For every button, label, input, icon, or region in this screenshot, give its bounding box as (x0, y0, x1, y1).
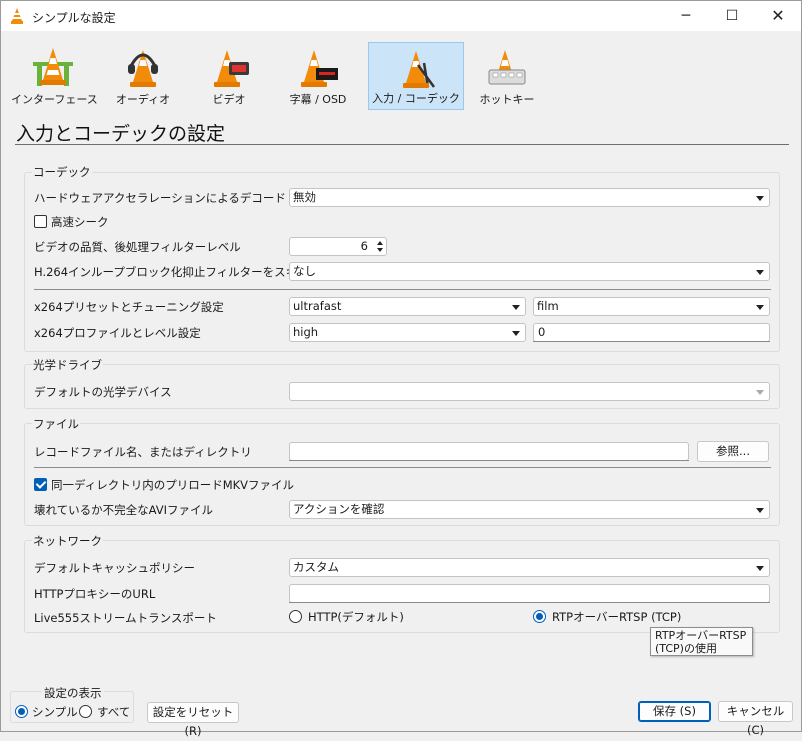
show-simple-label: シンプル (32, 705, 78, 719)
cache-policy-select[interactable]: カスタム (289, 558, 770, 577)
chevron-down-icon (512, 305, 520, 310)
browse-button[interactable]: 参照... (697, 441, 769, 462)
chevron-down-icon (512, 331, 520, 336)
chevron-down-icon (756, 305, 764, 310)
title-divider (15, 144, 789, 145)
x264-profile-select[interactable]: high (289, 323, 526, 342)
cache-policy-label: デフォルトキャッシュポリシー (34, 561, 195, 575)
x264-tune-select[interactable]: film (533, 297, 770, 316)
input-codec-cone-icon (403, 51, 436, 88)
record-path-input[interactable] (289, 442, 689, 461)
category-label: ホットキー (479, 93, 535, 106)
chevron-down-icon (756, 390, 764, 395)
rtsp-tooltip: RTPオーバーRTSP (TCP)の使用 (650, 627, 753, 656)
preload-mkv-label: 同一ディレクトリ内のプリロードMKVファイル (51, 478, 295, 492)
preload-mkv-checkbox[interactable] (34, 478, 47, 491)
maximize-button[interactable]: ☐ (709, 1, 755, 31)
category-label: オーディオ (115, 93, 171, 106)
save-button[interactable]: 保存 (S) (638, 701, 711, 722)
chevron-down-icon (756, 508, 764, 513)
chevron-down-icon (756, 270, 764, 275)
window-title: シンプルな設定 (32, 11, 116, 25)
vlc-cone-icon (11, 8, 23, 24)
codecs-group-label: コーデック (32, 164, 92, 180)
video-cone-icon (214, 50, 249, 87)
optical-device-select[interactable] (289, 382, 770, 401)
category-audio[interactable]: オーディオ (105, 42, 181, 110)
pp-level-value: 6 (360, 239, 368, 253)
live555-http-radio[interactable] (289, 610, 302, 623)
show-all-radio[interactable] (79, 705, 92, 718)
reset-settings-button[interactable]: 設定をリセット (R) (147, 702, 239, 738)
category-interface[interactable]: インターフェース (11, 42, 98, 110)
live555-rtsp-label: RTPオーバーRTSP (TCP) (552, 610, 682, 624)
tooltip-line: (TCP)の使用 (655, 642, 717, 655)
pp-level-spinbox[interactable]: 6 (289, 237, 387, 256)
x264-preset-value: ultrafast (293, 299, 342, 313)
broken-avi-label: 壊れているか不完全なAVIファイル (34, 503, 214, 517)
cache-policy-value: カスタム (293, 560, 339, 574)
title-bar: シンプルな設定 ─ ☐ ✕ (1, 1, 801, 31)
x264-preset-label: x264プリセットとチューニング設定 (34, 300, 224, 314)
http-proxy-label: HTTPプロキシーのURL (34, 587, 156, 601)
x264-tune-value: film (537, 299, 559, 313)
minimize-button[interactable]: ─ (663, 1, 709, 31)
skip-loop-filter-label: H.264インループブロック化抑止フィルターをスキップ (34, 265, 321, 279)
optical-drive-group-label: 光学ドライブ (32, 357, 103, 373)
preferences-window: シンプルな設定 ─ ☐ ✕ インターフェース オーディオ ビデオ 字幕 / OS… (0, 0, 802, 738)
live555-http-label: HTTP(デフォルト) (308, 610, 404, 624)
category-label: インターフェース (11, 93, 98, 106)
tooltip-line: RTPオーバーRTSP (655, 629, 747, 642)
category-label: ビデオ (212, 93, 246, 106)
skip-loop-filter-select[interactable]: なし (289, 262, 770, 281)
x264-profile-label: x264プロファイルとレベル設定 (34, 326, 201, 340)
hw-decode-label: ハードウェアアクセラレーションによるデコード (34, 191, 286, 205)
category-input-codecs[interactable]: 入力 / コーデック (368, 42, 464, 110)
files-separator (34, 467, 771, 468)
category-hotkeys[interactable]: ホットキー (471, 42, 543, 110)
x264-profile-value: high (293, 325, 319, 339)
codecs-separator (34, 289, 771, 290)
live555-rtsp-radio[interactable] (533, 610, 546, 623)
cancel-button[interactable]: キャンセル (C) (718, 701, 793, 737)
spin-up-icon[interactable] (377, 241, 383, 245)
show-all-label: すべて (97, 705, 131, 719)
chevron-down-icon (756, 566, 764, 571)
files-group-label: ファイル (32, 416, 80, 432)
broken-avi-value: アクションを確認 (293, 502, 385, 516)
category-subtitles-osd[interactable]: 字幕 / OSD (277, 42, 359, 110)
x264-level-input[interactable]: 0 (533, 323, 770, 342)
x264-preset-select[interactable]: ultrafast (289, 297, 526, 316)
record-path-label: レコードファイル名、またはディレクトリ (34, 445, 252, 459)
page-title: 入力とコーデックの設定 (16, 123, 226, 145)
hotkeys-cone-icon (488, 50, 526, 85)
spin-down-icon[interactable] (377, 248, 383, 252)
hw-decode-select[interactable]: 無効 (289, 188, 770, 207)
category-label: 入力 / コーデック (372, 92, 460, 105)
pp-level-label: ビデオの品質、後処理フィルターレベル (34, 240, 241, 254)
optical-device-label: デフォルトの光学デバイス (34, 385, 172, 399)
live555-transport-label: Live555ストリームトランスポート (34, 611, 217, 625)
close-button[interactable]: ✕ (755, 1, 801, 31)
hw-decode-value: 無効 (293, 190, 316, 204)
interface-cone-icon (33, 48, 73, 86)
broken-avi-select[interactable]: アクションを確認 (289, 500, 770, 519)
show-settings-label: 設定の表示 (42, 685, 104, 701)
network-group-label: ネットワーク (32, 533, 103, 549)
skip-loop-filter-value: なし (293, 264, 316, 278)
show-simple-radio[interactable] (15, 705, 28, 718)
http-proxy-input[interactable] (289, 584, 770, 603)
category-video[interactable]: ビデオ (191, 42, 267, 110)
fast-seek-label: 高速シーク (51, 215, 109, 229)
category-label: 字幕 / OSD (289, 93, 347, 106)
fast-seek-checkbox[interactable] (34, 215, 47, 228)
chevron-down-icon (756, 196, 764, 201)
subtitles-cone-icon (301, 50, 338, 87)
audio-headphones-cone-icon (128, 50, 158, 87)
